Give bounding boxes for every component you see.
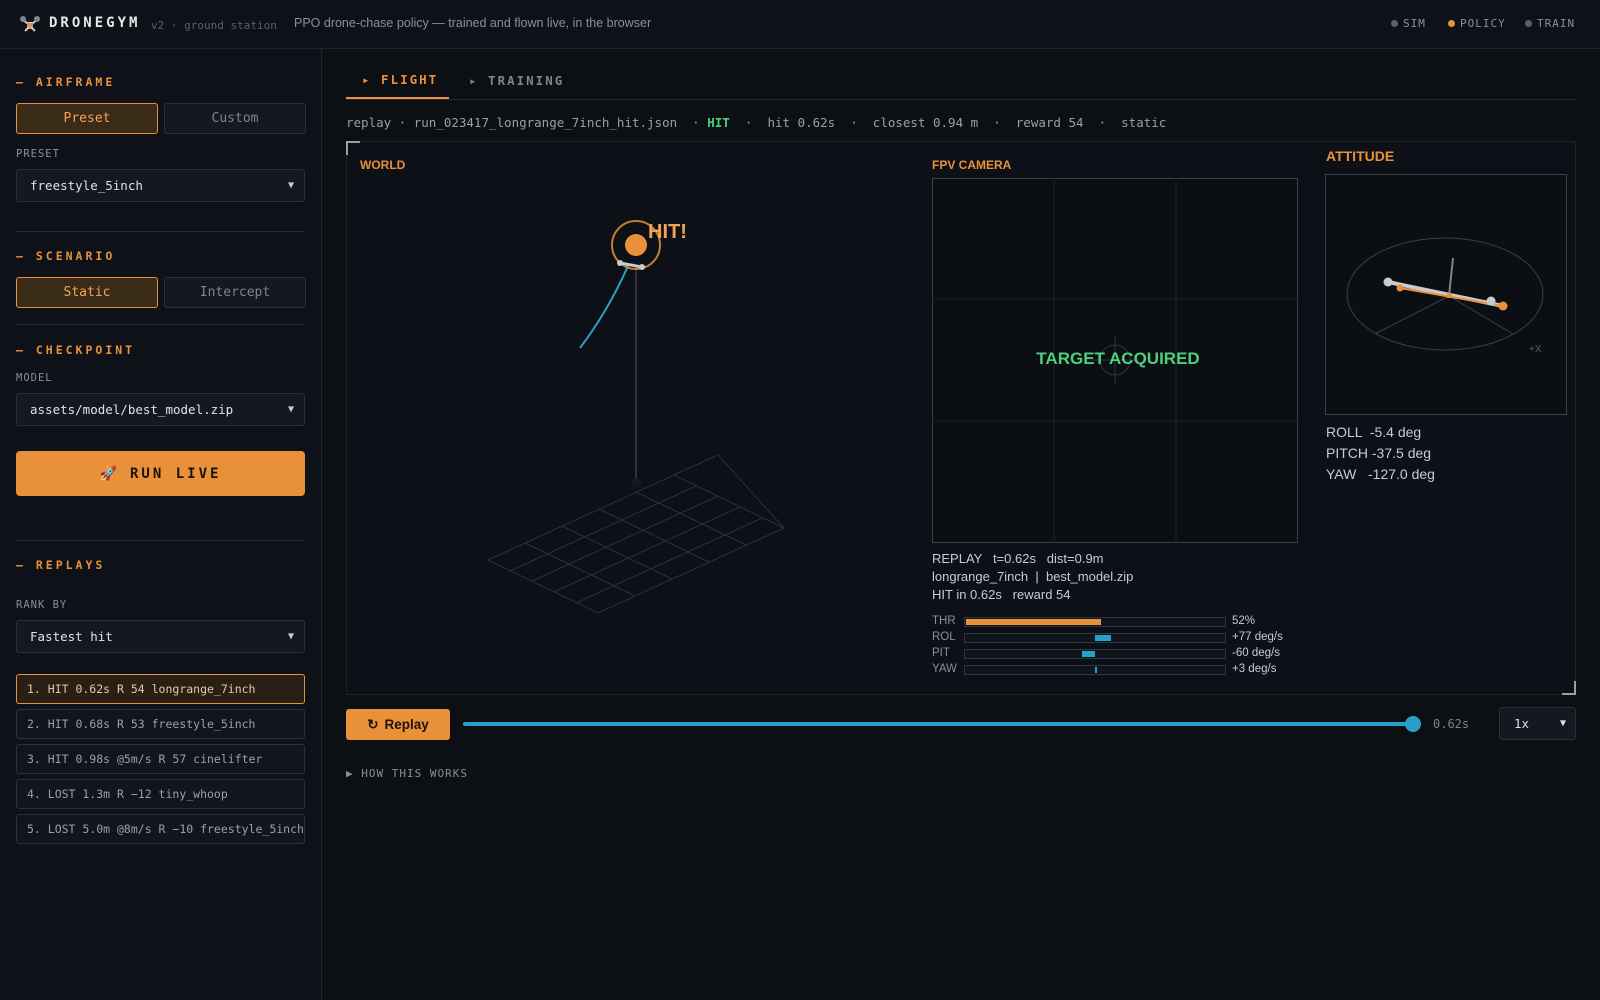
checkpoint-section-title: — CHECKPOINT bbox=[16, 343, 136, 357]
bar-value: +3 deg/s bbox=[1232, 663, 1277, 675]
rank-by-select[interactable]: Fastest hit ▼ bbox=[16, 620, 305, 653]
bar-value: 52% bbox=[1232, 615, 1256, 627]
tab-training[interactable]: ▸ TRAINING bbox=[469, 62, 564, 99]
control-bar-fill bbox=[966, 619, 1102, 625]
control-bar-track bbox=[964, 665, 1226, 675]
corner-bracket bbox=[1562, 681, 1576, 695]
airframe-section-title: — AIRFRAME bbox=[16, 75, 116, 89]
rank-by-select-value: Fastest hit bbox=[30, 629, 113, 644]
time-value: 0.62s bbox=[1433, 717, 1470, 731]
status-sim: SIM bbox=[1391, 17, 1426, 30]
replay-item[interactable]: 4. LOST 1.3m R −12 tiny_whoop bbox=[16, 779, 305, 809]
header: DRONEGYM v2 · ground station PPO drone-c… bbox=[0, 0, 1600, 49]
control-bar-fill bbox=[1095, 667, 1097, 673]
preset-select-value: freestyle_5inch bbox=[30, 178, 143, 193]
version-label: v2 · ground station bbox=[151, 19, 277, 32]
custom-button[interactable]: Custom bbox=[164, 103, 306, 134]
tab-flight[interactable]: ▸ FLIGHT bbox=[346, 62, 449, 99]
status-dot-icon bbox=[1525, 20, 1532, 27]
bar-label: THR bbox=[932, 615, 956, 627]
chevron-down-icon: ▼ bbox=[287, 404, 294, 415]
fpv-readout-line2: longrange_7inch | best_model.zip bbox=[932, 569, 1134, 584]
control-bar-track bbox=[964, 649, 1226, 659]
target-icon bbox=[625, 234, 647, 256]
rocket-icon: 🚀 bbox=[99, 465, 120, 482]
fpv-readout-line1: REPLAY t=0.62s dist=0.9m bbox=[932, 551, 1104, 566]
bar-label: YAW bbox=[932, 663, 957, 675]
fpv-readout-line3: HIT in 0.62s reward 54 bbox=[932, 587, 1071, 602]
how-this-works-toggle[interactable]: ▶ HOW THIS WORKS bbox=[346, 767, 468, 780]
bar-value: +77 deg/s bbox=[1232, 631, 1283, 643]
control-bar-fill bbox=[1095, 635, 1111, 641]
speed-select-value: 1x bbox=[1514, 716, 1530, 731]
model-label: MODEL bbox=[16, 372, 53, 384]
timeline-slider-thumb[interactable] bbox=[1405, 716, 1421, 732]
replay-item[interactable]: 2. HIT 0.68s R 53 freestyle_5inch bbox=[16, 709, 305, 739]
replay-icon: ↻ bbox=[367, 716, 379, 732]
status-dot-icon bbox=[1448, 20, 1455, 27]
world-view[interactable]: HIT! bbox=[346, 141, 906, 695]
timeline-slider[interactable] bbox=[463, 722, 1413, 726]
model-select[interactable]: assets/model/best_model.zip ▼ bbox=[16, 393, 305, 426]
target-acquired-text: TARGET ACQUIRED bbox=[1036, 349, 1199, 368]
preset-select[interactable]: freestyle_5inch ▼ bbox=[16, 169, 305, 202]
divider bbox=[16, 324, 305, 325]
divider bbox=[16, 540, 305, 541]
replay-item[interactable]: 5. LOST 5.0m @8m/s R −10 freestyle_5inch bbox=[16, 814, 305, 844]
pitch-readout: PITCH -37.5 deg bbox=[1326, 445, 1432, 461]
model-select-value: assets/model/best_model.zip bbox=[30, 402, 234, 417]
result-badge: HIT bbox=[707, 115, 730, 130]
replay-info-suffix: · hit 0.62s · closest 0.94 m · reward 54… bbox=[729, 115, 1167, 130]
static-button[interactable]: Static bbox=[16, 277, 158, 308]
chevron-down-icon: ▼ bbox=[1559, 718, 1566, 729]
rank-by-label: RANK BY bbox=[16, 599, 68, 611]
replays-section-title: — REPLAYS bbox=[16, 558, 106, 572]
scenario-section-title: — SCENARIO bbox=[16, 249, 116, 263]
roll-readout: ROLL -5.4 deg bbox=[1326, 424, 1422, 440]
drone-logo-icon bbox=[20, 16, 40, 32]
status-policy: POLICY bbox=[1448, 17, 1506, 30]
preset-button[interactable]: Preset bbox=[16, 103, 158, 134]
bar-label: PIT bbox=[932, 647, 950, 659]
divider bbox=[16, 231, 305, 232]
pole-base bbox=[631, 478, 641, 488]
replay-item[interactable]: 1. HIT 0.62s R 54 longrange_7inch bbox=[16, 674, 305, 704]
bar-label: ROL bbox=[932, 631, 956, 643]
control-bar-track bbox=[964, 617, 1226, 627]
preset-label: PRESET bbox=[16, 148, 60, 160]
replay-button[interactable]: ↻ Replay bbox=[346, 709, 450, 740]
status-dot-icon bbox=[1391, 20, 1398, 27]
chevron-down-icon: ▼ bbox=[287, 180, 294, 191]
bar-value: -60 deg/s bbox=[1232, 647, 1280, 659]
replay-item[interactable]: 3. HIT 0.98s @5m/s R 57 cinelifter bbox=[16, 744, 305, 774]
attitude-label: ATTITUDE bbox=[1326, 148, 1395, 164]
fpv-label: FPV CAMERA bbox=[932, 158, 1012, 172]
control-bar-fill bbox=[1082, 651, 1095, 657]
speed-select[interactable]: 1x ▼ bbox=[1499, 707, 1576, 740]
replay-info-prefix: replay · run_023417_longrange_7inch_hit.… bbox=[346, 115, 708, 130]
chevron-down-icon: ▼ bbox=[287, 631, 294, 642]
status-train: TRAIN bbox=[1525, 17, 1575, 30]
fpv-camera-view: TARGET ACQUIRED bbox=[932, 178, 1298, 543]
tagline: PPO drone-chase policy — trained and flo… bbox=[294, 16, 652, 30]
attitude-indicator: +X bbox=[1325, 174, 1567, 415]
yaw-readout: YAW -127.0 deg bbox=[1326, 466, 1435, 482]
tab-divider bbox=[346, 99, 1576, 100]
flight-trail bbox=[579, 265, 629, 349]
sidebar: — AIRFRAME Preset Custom PRESET freestyl… bbox=[0, 49, 322, 1000]
brand-name: DRONEGYM bbox=[49, 15, 141, 31]
control-bar-track bbox=[964, 633, 1226, 643]
hit-label: HIT! bbox=[648, 221, 687, 243]
run-live-button[interactable]: 🚀 RUN LIVE bbox=[16, 451, 305, 496]
intercept-button[interactable]: Intercept bbox=[164, 277, 306, 308]
axis-label: +X bbox=[1529, 344, 1542, 355]
replay-info-line: replay · run_023417_longrange_7inch_hit.… bbox=[346, 115, 1166, 130]
